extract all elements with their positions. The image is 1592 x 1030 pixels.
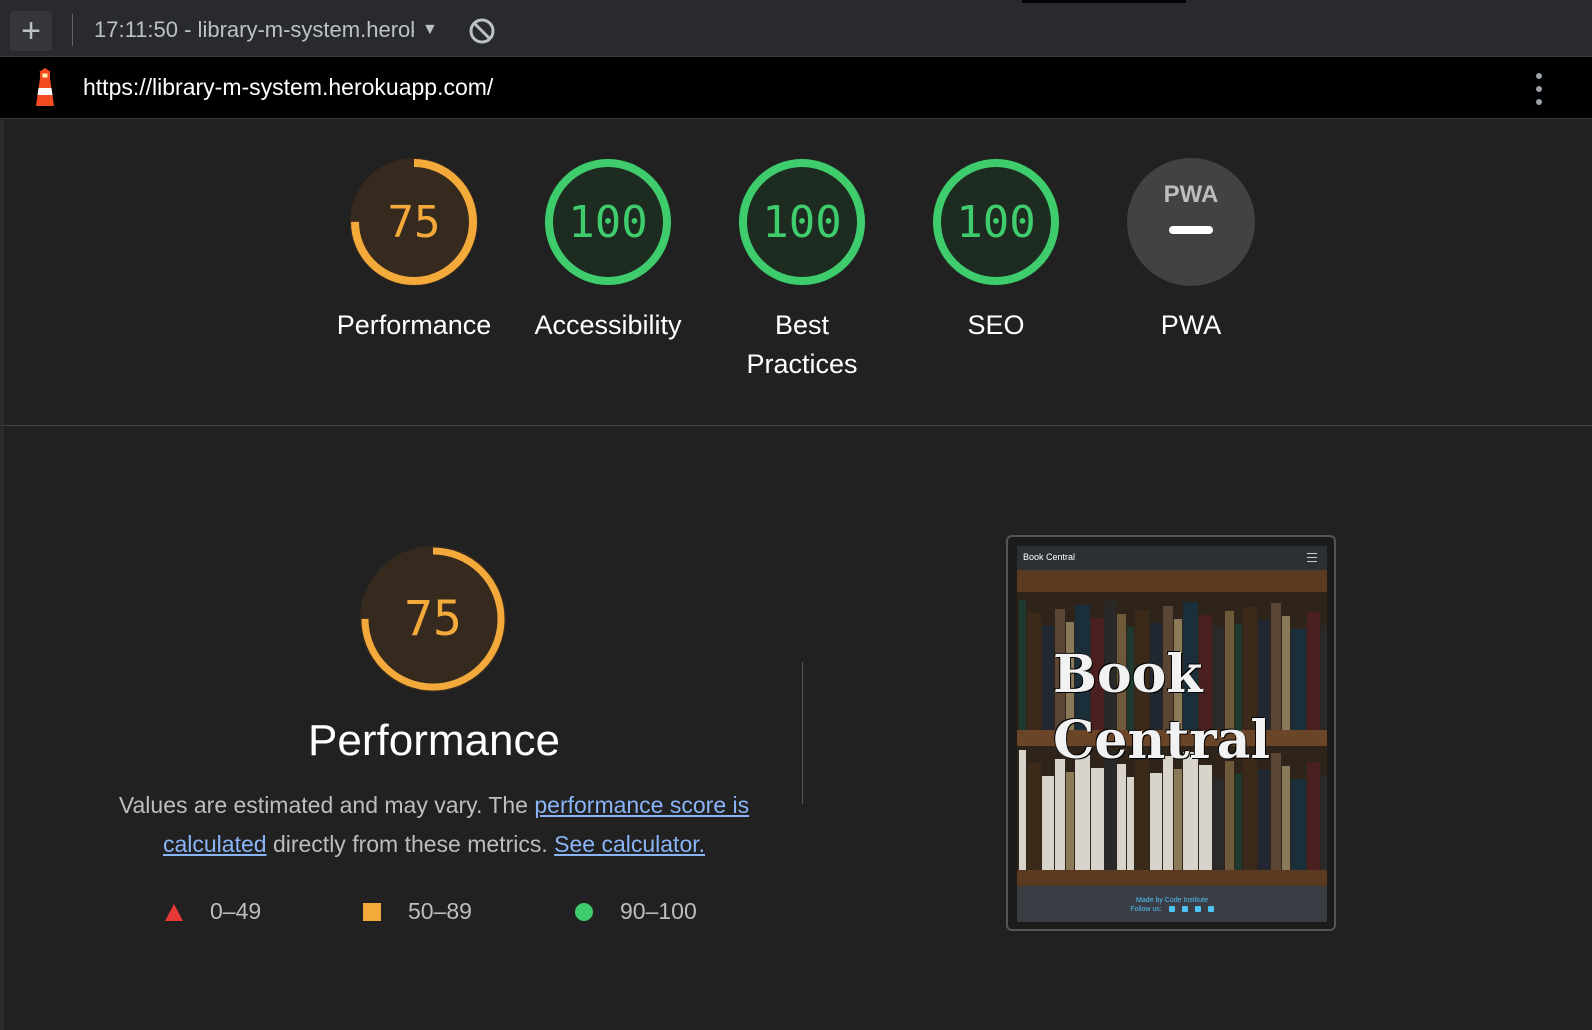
gauge-score: 100 [762,197,841,248]
gauge-accessibility[interactable]: 100 Accessibility [518,158,698,345]
block-icon[interactable] [468,17,496,45]
performance-description: Values are estimated and may vary. The p… [106,786,762,864]
gauge-best-practices[interactable]: 100 Best Practices [712,158,892,384]
youtube-icon [1207,906,1214,913]
category-gauges: 75 Performance 100 Accessibility 100 Bes… [0,120,1592,426]
gauge-label: SEO [967,310,1025,340]
gauge-pwa[interactable]: PWA PWA [1101,158,1281,345]
desc-text-2: directly from these metrics. [266,831,555,857]
page-url[interactable]: https://library-m-system.herokuapp.com/ [83,74,493,101]
final-screenshot[interactable]: Book Central Book Central Made by Code I… [1006,535,1336,931]
gauge-score: 75 [388,197,441,248]
circle-icon [575,902,593,921]
site-brand: Book Central [1023,552,1076,562]
pwa-badge-icon: PWA [1127,158,1255,286]
toolbar-divider [72,14,73,46]
kebab-icon[interactable] [1532,71,1546,107]
gauge-score: 100 [568,197,647,248]
desc-text-1: Values are estimated and may vary. The [118,792,535,818]
gauge-ring-best-practices: 100 [738,158,866,286]
gauge-performance[interactable]: 75 Performance [324,158,504,345]
gauge-label: Best Practices [746,310,858,379]
site-navbar: Book Central [1017,546,1327,570]
performance-section: 75 Performance Values are estimated and … [0,426,1592,1030]
legend-range: 0–49 [210,898,262,924]
facebook-icon [1168,906,1175,913]
hero-title-line-1: Book [1053,644,1203,705]
footer-follow: Follow us: [1017,906,1327,913]
gauge-ring-performance: 75 [350,158,478,286]
legend-pass: 90–100 [574,898,697,925]
footer-credit: Made by Code Institute [1136,897,1208,904]
toolbar-top-accent [1022,0,1186,3]
square-icon [363,902,381,921]
performance-gauge: 75 [360,546,506,692]
performance-score: 75 [404,591,462,647]
hamburger-icon [1307,553,1317,562]
performance-title: Performance [308,716,560,765]
gauge-label: PWA [1160,310,1222,340]
linkedin-icon [1194,906,1201,913]
legend-range: 50–89 [408,898,472,924]
report-selector[interactable]: 17:11:50 - library-m-system.herokuapp.co… [94,15,438,45]
see-calculator-link[interactable]: See calculator. [554,831,705,857]
gauge-score: 100 [956,197,1035,248]
gauge-seo[interactable]: 100 SEO [906,158,1086,345]
screenshot-frame: Book Central Book Central Made by Code I… [1017,546,1327,922]
legend-average: 50–89 [362,898,472,925]
new-report-button[interactable]: + [10,11,52,51]
pwa-badge-text: PWA [1164,181,1219,208]
plus-icon: + [21,12,41,50]
triangle-down-icon: ▼ [422,21,438,38]
hero-title: Book Central [1053,642,1270,774]
gauge-label: Accessibility [534,310,682,340]
gauge-ring-accessibility: 100 [544,158,672,286]
hero-title-line-2: Central [1053,710,1271,771]
gauge-label: Performance [336,310,492,340]
site-footer: Made by Code Institute Follow us: [1017,886,1327,922]
report-selector-label: 17:11:50 - library-m-system.herokuapp.co… [94,17,414,42]
report-toolbar: + 17:11:50 - library-m-system.herokuapp.… [0,0,1592,57]
lighthouse-icon [36,68,54,106]
triangle-icon [165,903,183,921]
twitter-icon [1181,906,1188,913]
section-divider [802,662,803,804]
footer-follow-label: Follow us: [1130,906,1162,913]
gauge-ring-seo: 100 [932,158,1060,286]
legend-range: 90–100 [620,898,697,924]
legend-fail: 0–49 [164,898,261,925]
url-bar: https://library-m-system.herokuapp.com/ [0,57,1592,119]
